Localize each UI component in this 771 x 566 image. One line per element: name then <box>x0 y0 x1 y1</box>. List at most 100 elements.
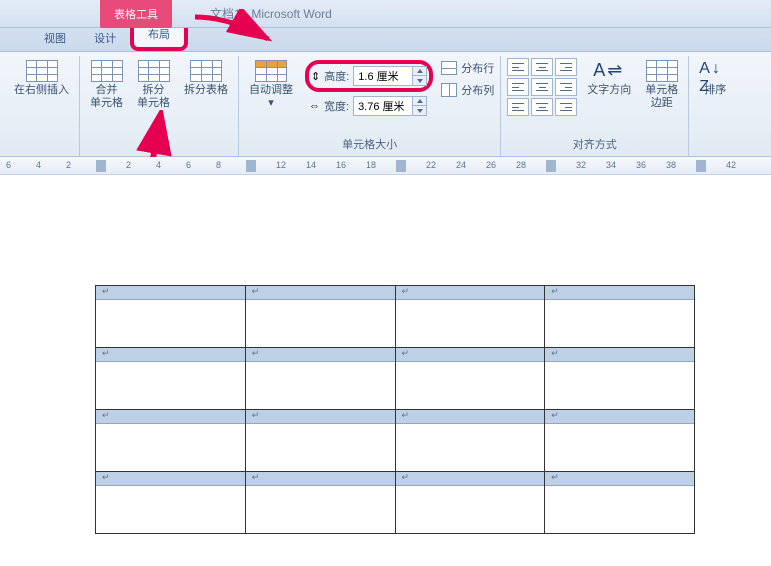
table-row[interactable]: ↵↵↵↵ <box>96 348 695 410</box>
height-highlight: ⇕ 高度: <box>305 60 433 92</box>
align-mid-right-button[interactable] <box>555 78 577 96</box>
chevron-down-icon <box>417 109 423 113</box>
cell-selection-band: ↵ <box>545 286 694 300</box>
tab-view[interactable]: 视图 <box>30 25 80 51</box>
distribute-rows-button[interactable]: 分布行 <box>441 60 494 76</box>
ruler-tick: 4 <box>156 160 161 170</box>
table-cell[interactable]: ↵ <box>96 472 246 534</box>
table-cell[interactable]: ↵ <box>545 286 695 348</box>
cell-selection-band: ↵ <box>246 472 395 486</box>
document-area[interactable]: ↵↵↵↵↵↵↵↵↵↵↵↵↵↵↵↵ <box>0 175 771 534</box>
insert-right-button[interactable]: 在右侧插入 <box>10 58 73 99</box>
table-row[interactable]: ↵↵↵↵ <box>96 472 695 534</box>
cell-selection-band: ↵ <box>396 286 545 300</box>
group-cell-size: 自动调整▾ ⇕ 高度: <box>239 56 501 156</box>
table-row[interactable]: ↵↵↵↵ <box>96 286 695 348</box>
split-cells-label: 拆分 单元格 <box>137 84 170 110</box>
ruler-tick: 4 <box>36 160 41 170</box>
ruler-tick: 34 <box>606 160 616 170</box>
ribbon-tabs: 视图 设计 布局 <box>0 28 771 52</box>
ruler-tick: 6 <box>186 160 191 170</box>
cell-selection-band: ↵ <box>96 286 245 300</box>
width-icon: ⇔ <box>309 100 320 112</box>
group-label-data <box>695 138 735 154</box>
ribbon: 在右侧插入 合并 单元格 拆分 单元格 拆分表格 合并 自动调整 <box>0 52 771 157</box>
split-cells-button[interactable]: 拆分 单元格 <box>133 58 174 112</box>
chevron-up-icon <box>417 69 423 73</box>
table-cell[interactable]: ↵ <box>545 348 695 410</box>
table-cell[interactable]: ↵ <box>96 348 246 410</box>
table-cell[interactable]: ↵ <box>245 348 395 410</box>
ruler-tick: 26 <box>486 160 496 170</box>
chevron-up-icon <box>417 99 423 103</box>
table-cell[interactable]: ↵ <box>545 472 695 534</box>
width-down-button[interactable] <box>412 106 426 115</box>
cell-selection-band: ↵ <box>396 348 545 362</box>
table-cell[interactable]: ↵ <box>545 410 695 472</box>
chevron-down-icon <box>417 79 423 83</box>
height-down-button[interactable] <box>412 76 426 85</box>
cell-selection-band: ↵ <box>545 348 694 362</box>
width-up-button[interactable] <box>412 97 426 106</box>
ruler-tick: 22 <box>426 160 436 170</box>
split-table-button[interactable]: 拆分表格 <box>180 58 232 99</box>
width-input[interactable] <box>353 96 427 116</box>
ruler-tick: 42 <box>726 160 736 170</box>
distribute-cols-label: 分布列 <box>461 82 494 98</box>
align-top-left-button[interactable] <box>507 58 529 76</box>
height-icon: ⇕ <box>311 70 320 83</box>
align-top-center-button[interactable] <box>531 58 553 76</box>
width-field[interactable] <box>354 100 412 112</box>
height-up-button[interactable] <box>412 67 426 76</box>
cell-selection-band: ↵ <box>545 472 694 486</box>
width-label: 宽度: <box>324 98 349 114</box>
table-cell[interactable]: ↵ <box>245 286 395 348</box>
table-insert-right-icon <box>26 60 58 82</box>
ruler-marker <box>546 160 556 172</box>
cell-selection-band: ↵ <box>96 472 245 486</box>
group-label-merge: 合并 <box>86 134 232 154</box>
text-direction-button[interactable]: A⇌ 文字方向 <box>583 58 635 99</box>
table-cell[interactable]: ↵ <box>245 410 395 472</box>
height-input[interactable] <box>353 66 427 86</box>
ruler-tick: 16 <box>336 160 346 170</box>
table-cell[interactable]: ↵ <box>395 286 545 348</box>
cell-selection-band: ↵ <box>396 472 545 486</box>
horizontal-ruler[interactable]: 642246812141618222426283234363842 <box>0 157 771 175</box>
ruler-tick: 6 <box>6 160 11 170</box>
table-cell[interactable]: ↵ <box>395 410 545 472</box>
sort-button[interactable]: A↓Z 排序 <box>695 58 735 99</box>
table-cell[interactable]: ↵ <box>96 410 246 472</box>
align-mid-center-button[interactable] <box>531 78 553 96</box>
table-row[interactable]: ↵↵↵↵ <box>96 410 695 472</box>
group-label-align: 对齐方式 <box>507 134 682 154</box>
distribute-cols-icon <box>441 83 457 97</box>
document-table[interactable]: ↵↵↵↵↵↵↵↵↵↵↵↵↵↵↵↵ <box>95 285 695 534</box>
cell-selection-band: ↵ <box>545 410 694 424</box>
insert-right-label: 在右侧插入 <box>14 84 69 97</box>
height-field[interactable] <box>354 70 412 82</box>
group-label-rowcol <box>10 138 73 154</box>
cell-margins-button[interactable]: 单元格 边距 <box>641 58 682 112</box>
merge-cells-button[interactable]: 合并 单元格 <box>86 58 127 112</box>
ruler-marker <box>96 160 106 172</box>
cell-selection-band: ↵ <box>246 348 395 362</box>
tab-design[interactable]: 设计 <box>80 25 130 51</box>
ruler-tick: 2 <box>126 160 131 170</box>
align-mid-left-button[interactable] <box>507 78 529 96</box>
table-cell[interactable]: ↵ <box>96 286 246 348</box>
distribute-rows-label: 分布行 <box>461 60 494 76</box>
cell-selection-band: ↵ <box>396 410 545 424</box>
ruler-tick: 38 <box>666 160 676 170</box>
table-cell[interactable]: ↵ <box>395 348 545 410</box>
autofit-button[interactable]: 自动调整▾ <box>245 58 297 112</box>
cell-margins-label: 单元格 边距 <box>645 84 678 110</box>
table-cell[interactable]: ↵ <box>245 472 395 534</box>
align-top-right-button[interactable] <box>555 58 577 76</box>
align-bot-center-button[interactable] <box>531 98 553 116</box>
group-merge: 合并 单元格 拆分 单元格 拆分表格 合并 <box>80 56 239 156</box>
align-bot-right-button[interactable] <box>555 98 577 116</box>
distribute-cols-button[interactable]: 分布列 <box>441 82 494 98</box>
align-bot-left-button[interactable] <box>507 98 529 116</box>
table-cell[interactable]: ↵ <box>395 472 545 534</box>
